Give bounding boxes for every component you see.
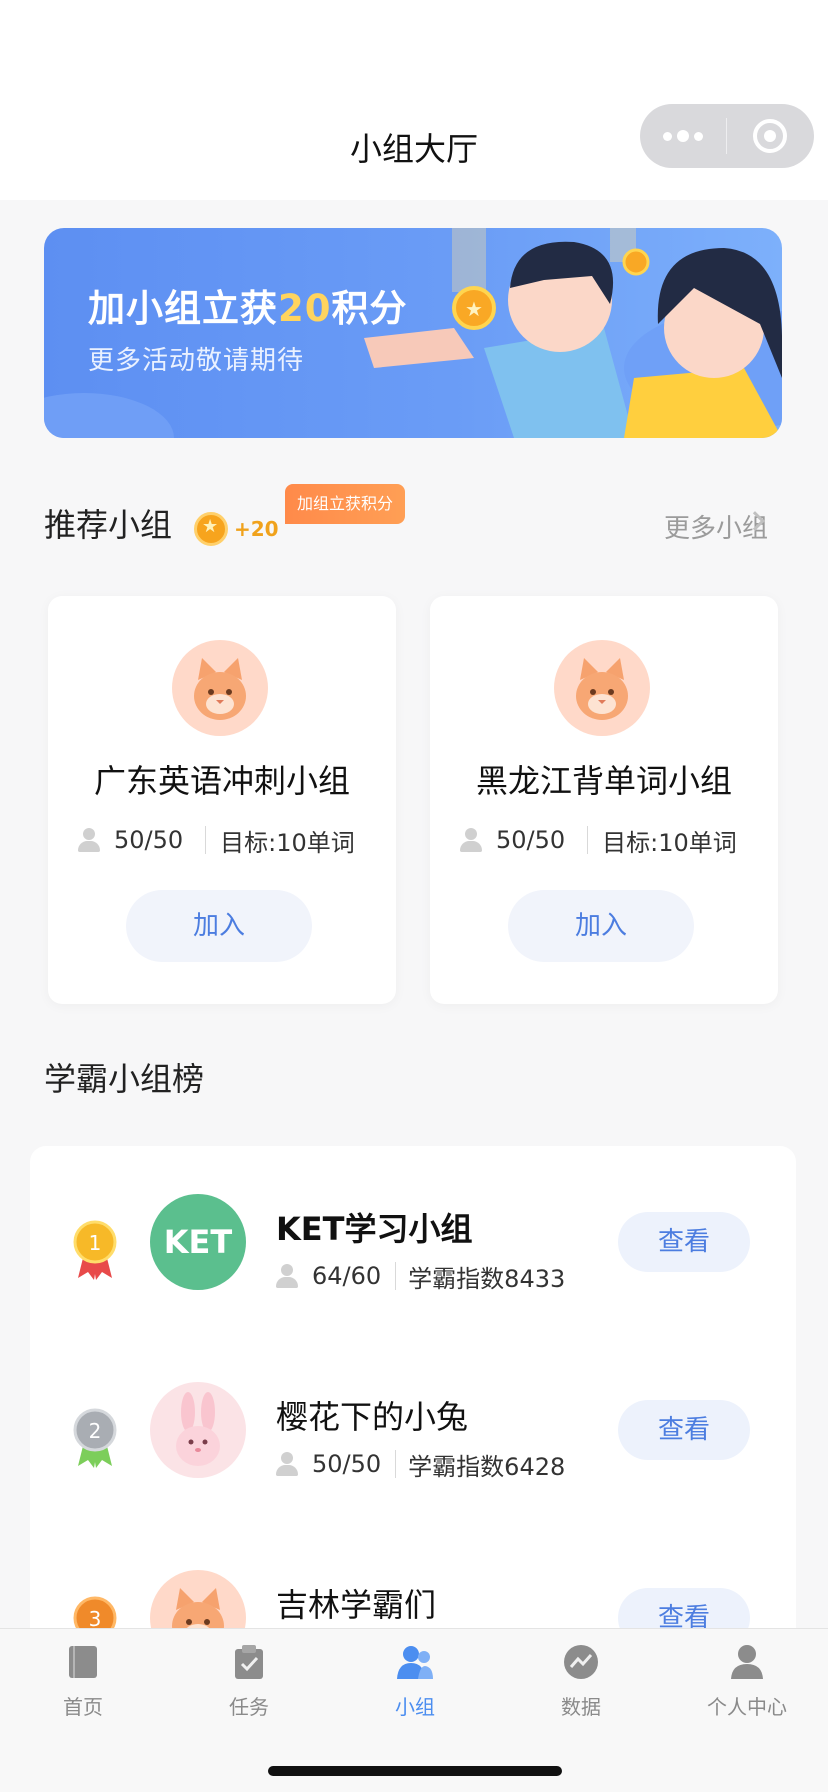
book-icon <box>69 1646 97 1678</box>
group-meta: 64/60 学霸指数8433 <box>276 1258 565 1294</box>
divider <box>395 1262 397 1290</box>
close-mini-program-button[interactable] <box>727 104 813 168</box>
tab-profile[interactable]: 个人中心 <box>664 1629 828 1739</box>
coin-icon <box>622 248 650 276</box>
score-label: 学霸指数6428 <box>408 1452 566 1481</box>
group-icon <box>397 1646 433 1679</box>
recommend-section-title: 推荐小组 <box>44 506 173 544</box>
more-options-button[interactable] <box>640 104 726 168</box>
tab-data[interactable]: 数据 <box>498 1629 664 1739</box>
top-bar <box>0 0 828 200</box>
group-card[interactable]: 广东英语冲刺小组 50/50 目标:10单词 加入 <box>48 596 396 1004</box>
points-tag: 加组立获积分 <box>285 484 406 524</box>
group-goal: 目标:10单词 <box>220 828 355 857</box>
member-count: 50/50 <box>312 1450 382 1478</box>
gold-medal-icon: 1 <box>73 1220 117 1280</box>
group-meta: 50/50 目标:10单词 <box>78 820 378 860</box>
divider <box>205 826 207 854</box>
group-meta: 50/50 学霸指数6428 <box>276 1446 565 1482</box>
pointing-arm <box>364 328 474 368</box>
target-icon <box>753 119 787 153</box>
ranking-section-title: 学霸小组榜 <box>44 1060 205 1098</box>
tab-label: 小组 <box>395 1695 435 1719</box>
view-button[interactable]: 查看 <box>618 1212 750 1272</box>
tab-groups[interactable]: 小组 <box>332 1629 498 1739</box>
group-meta: 50/50 目标:10单词 <box>460 820 760 860</box>
user-icon <box>276 1264 298 1288</box>
chart-icon <box>564 1645 598 1679</box>
cat-avatar <box>172 640 268 736</box>
group-name: 黑龙江背单词小组 <box>475 762 732 800</box>
more-dot <box>694 131 703 141</box>
banner-title: 加小组立获20积分 <box>88 287 408 330</box>
user-icon <box>731 1645 763 1679</box>
group-name: 广东英语冲刺小组 <box>93 762 350 800</box>
tab-label: 任务 <box>229 1695 269 1719</box>
svg-text:1: 1 <box>89 1231 102 1255</box>
promo-banner[interactable]: ★ 加小组立获20积分 更多活动敬请期待 <box>44 228 782 438</box>
member-count: 64/60 <box>312 1262 382 1290</box>
coin-trail <box>452 228 486 292</box>
more-dot <box>677 130 689 142</box>
svg-text:★: ★ <box>465 297 483 321</box>
banner-subtitle: 更多活动敬请期待 <box>88 346 305 376</box>
ranking-row[interactable]: 2 樱花下的小兔 50/50 学霸指数6428 查看 <box>30 1372 796 1492</box>
divider <box>587 826 589 854</box>
tab-home[interactable]: 首页 <box>0 1629 166 1739</box>
rabbit-avatar <box>150 1382 246 1478</box>
cloud-shape <box>44 393 174 438</box>
silver-medal-icon: 2 <box>73 1408 117 1468</box>
group-name: 吉林学霸们 <box>276 1586 437 1624</box>
user-icon <box>460 828 482 852</box>
points-label: +20 <box>234 517 279 541</box>
member-count: 50/50 <box>114 826 184 854</box>
ranking-row[interactable]: 1 KET KET学习小组 64/60 学霸指数8433 查看 <box>30 1184 796 1304</box>
coin-icon <box>194 512 228 546</box>
group-avatar: KET <box>150 1194 246 1290</box>
score-label: 学霸指数8433 <box>408 1264 566 1293</box>
cat-avatar <box>554 640 650 736</box>
ranking-list: 1 KET KET学习小组 64/60 学霸指数8433 查看 2 樱花下的小兔… <box>30 1146 796 1646</box>
mini-program-capsule <box>640 104 814 168</box>
banner-illustration: ★ <box>44 228 782 438</box>
tab-tasks[interactable]: 任务 <box>166 1629 332 1739</box>
member-count: 50/50 <box>496 826 566 854</box>
tab-label: 首页 <box>63 1695 103 1719</box>
join-button[interactable]: 加入 <box>126 890 312 962</box>
group-card[interactable]: 黑龙江背单词小组 50/50 目标:10单词 加入 <box>430 596 778 1004</box>
svg-text:2: 2 <box>89 1419 102 1443</box>
tab-label: 个人中心 <box>707 1695 787 1719</box>
user-icon <box>276 1452 298 1476</box>
more-dot <box>663 131 672 141</box>
divider <box>395 1450 397 1478</box>
join-button[interactable]: 加入 <box>508 890 694 962</box>
view-button[interactable]: 查看 <box>618 1400 750 1460</box>
user-icon <box>78 828 100 852</box>
group-name: 樱花下的小兔 <box>276 1398 469 1436</box>
home-indicator <box>268 1766 562 1776</box>
clipboard-icon <box>235 1645 263 1679</box>
group-name: KET学习小组 <box>276 1210 473 1248</box>
group-goal: 目标:10单词 <box>602 828 737 857</box>
tab-label: 数据 <box>561 1695 601 1719</box>
